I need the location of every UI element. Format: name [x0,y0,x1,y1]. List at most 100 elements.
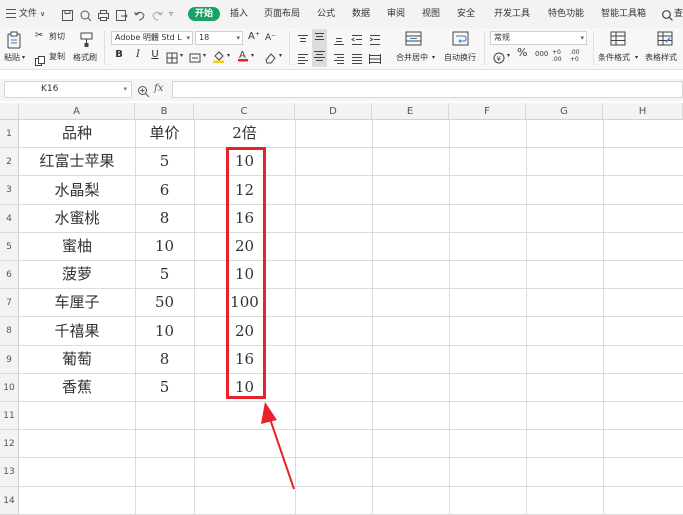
row-header[interactable]: 14 [0,487,19,515]
tab-page-layout[interactable]: 页面布局 [264,8,300,20]
cut-button[interactable]: 剪切 [49,32,65,42]
cell-unit-price[interactable]: 8 [135,205,194,232]
tab-features[interactable]: 特色功能 [548,8,584,20]
cell-header-unit-price[interactable]: 单价 [135,120,194,147]
cell-unit-price[interactable]: 6 [135,176,194,204]
column-header-d[interactable]: D [295,103,372,120]
column-header-h[interactable]: H [603,103,683,120]
cell-unit-price[interactable]: 5 [135,148,194,175]
cell-unit-price[interactable]: 5 [135,261,194,288]
font-name-select[interactable]: Adobe 明體 Std L ▾ [111,31,193,45]
number-format-select[interactable]: 常规 ▾ [490,31,587,45]
wrap-text-icon[interactable] [452,31,469,50]
currency-icon[interactable]: ¥ [493,49,505,68]
shrink-font-button[interactable]: A⁻ [265,33,276,43]
font-color-icon[interactable]: A [237,47,249,66]
conditional-format-button[interactable]: 条件格式 [598,53,630,63]
print-preview-icon[interactable] [79,7,92,22]
row-header[interactable]: 5 [0,233,19,261]
align-middle-icon[interactable] [312,29,327,48]
thousands-button[interactable]: 000 [535,49,548,59]
column-header-g[interactable]: G [526,103,603,120]
hamburger-menu-icon[interactable] [6,9,16,18]
format-painter-button[interactable]: 格式刷 [73,53,97,63]
cell-unit-price[interactable]: 10 [135,233,194,260]
row-header[interactable]: 6 [0,261,19,289]
search-label[interactable]: 查 [674,8,683,20]
file-menu[interactable]: 文件 [19,8,37,20]
align-right-icon[interactable] [333,50,345,69]
cell-variety[interactable]: 水蜜桃 [19,205,135,232]
redo-icon[interactable] [151,7,164,21]
cell-variety[interactable]: 水晶梨 [19,176,135,204]
chevron-down-icon[interactable]: ∨ [40,8,45,20]
cell-style-icon[interactable] [189,49,201,68]
tab-view[interactable]: 视图 [422,8,440,20]
column-header-c[interactable]: C [194,103,295,120]
cell-unit-price[interactable]: 5 [135,374,194,401]
format-painter-icon[interactable] [79,31,95,52]
decrease-indent-icon[interactable] [351,31,363,50]
chevron-down-icon[interactable]: ▾ [507,51,510,61]
row-header[interactable]: 4 [0,205,19,233]
conditional-format-icon[interactable] [610,31,626,50]
cell-variety[interactable]: 蜜柚 [19,233,135,260]
tab-security[interactable]: 安全 [457,8,475,20]
align-center-icon[interactable] [312,48,327,67]
row-header[interactable]: 3 [0,176,19,205]
align-left-icon[interactable] [297,50,309,69]
column-header-b[interactable]: B [135,103,194,120]
tab-insert[interactable]: 插入 [230,8,248,20]
column-header-a[interactable]: A [19,103,135,120]
chevron-down-icon[interactable]: ▾ [279,51,282,61]
tab-home[interactable]: 开始 [188,7,220,21]
cell-unit-price[interactable]: 10 [135,317,194,345]
table-style-icon[interactable] [657,31,673,50]
undo-icon[interactable] [133,7,146,21]
chevron-down-icon[interactable]: ▾ [432,53,435,63]
justify-icon[interactable] [351,50,363,69]
align-top-icon[interactable] [297,31,309,50]
column-header-e[interactable]: E [372,103,449,120]
cell-unit-price[interactable]: 50 [135,289,194,316]
zoom-formula-icon[interactable] [137,83,150,102]
paste-dropdown-icon[interactable]: ▾ [22,53,25,63]
save-icon[interactable] [61,7,74,21]
percent-button[interactable]: % [517,47,527,58]
border-icon[interactable] [166,49,178,68]
cell-header-double[interactable]: 2倍 [194,120,295,147]
tab-data[interactable]: 数据 [352,8,370,20]
row-header[interactable]: 13 [0,458,19,487]
align-bottom-icon[interactable] [333,31,345,50]
cell-variety[interactable]: 千禧果 [19,317,135,345]
grow-font-button[interactable]: A⁺ [248,32,260,42]
italic-button[interactable]: I [132,49,144,61]
wrap-text-button[interactable]: 自动换行 [444,53,476,63]
chevron-down-icon[interactable]: ▾ [180,51,183,61]
cell-variety[interactable]: 葡萄 [19,346,135,373]
fill-color-icon[interactable] [212,48,225,67]
table-style-button[interactable]: 表格样式 [645,53,677,63]
formula-input[interactable] [172,81,683,98]
row-header[interactable]: 1 [0,120,19,148]
distributed-align-icon[interactable] [369,50,381,69]
tab-smart-toolbox[interactable]: 智能工具箱 [601,8,646,20]
underline-button[interactable]: U [149,49,161,61]
font-size-select[interactable]: 18 ▾ [195,31,243,45]
cell-variety[interactable]: 车厘子 [19,289,135,316]
row-header[interactable]: 11 [0,402,19,430]
merge-center-button[interactable]: 合并居中 [396,53,428,63]
eraser-icon[interactable] [264,49,277,68]
increase-indent-icon[interactable] [369,31,381,50]
cell-variety[interactable]: 香蕉 [19,374,135,401]
customize-toolbar-icon[interactable]: ▿ [169,7,182,20]
paste-icon[interactable] [6,31,22,53]
name-box[interactable]: K16 ▾ [4,81,132,98]
copy-button[interactable]: 复制 [49,52,65,62]
chevron-down-icon[interactable]: ▾ [203,51,206,61]
search-icon[interactable] [661,7,674,21]
export-icon[interactable] [115,7,128,21]
copy-icon[interactable] [35,51,45,70]
decrease-decimal-button[interactable]: .00 +0 [570,49,582,63]
row-header[interactable]: 10 [0,374,19,402]
